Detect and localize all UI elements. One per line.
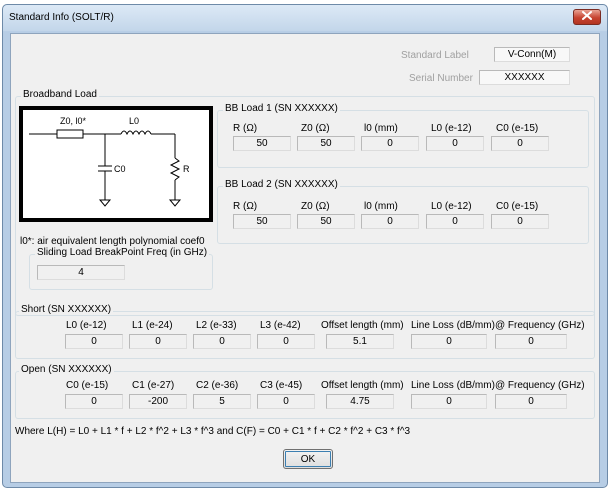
bb1-header-c0: C0 (e-15)	[496, 123, 539, 134]
load-circuit-diagram: Z0, l0* L0 C0 R	[29, 116, 190, 207]
short-header-l0: L0 (e-12)	[66, 320, 107, 331]
bb2-header-r: R (Ω)	[233, 201, 258, 212]
serial-number-caption: Serial Number	[409, 73, 473, 84]
broadband-load-label: Broadband Load	[21, 89, 99, 100]
bb1-r-field[interactable]: 50	[233, 136, 291, 151]
sliding-load-freq-field[interactable]: 4	[37, 265, 125, 280]
open-c1-field[interactable]: -200	[129, 394, 187, 409]
close-button[interactable]	[573, 9, 601, 25]
sliding-load-label: Sliding Load BreakPoint Freq (in GHz)	[35, 247, 210, 258]
open-c2-field[interactable]: 5	[193, 394, 251, 409]
bb2-r-field[interactable]: 50	[233, 214, 291, 229]
short-header-l1: L1 (e-24)	[132, 320, 173, 331]
ok-button[interactable]: OK	[283, 449, 333, 469]
broadband-schematic: Z0, l0* L0 C0 R	[19, 106, 213, 222]
open-c0-field[interactable]: 0	[65, 394, 123, 409]
bb1-header-r: R (Ω)	[233, 123, 258, 134]
open-lineloss-field[interactable]: 0	[411, 394, 487, 409]
schematic-r-label: R	[183, 164, 190, 174]
schematic-c0-label: C0	[114, 164, 126, 174]
short-header-freq: @ Frequency (GHz)	[495, 320, 585, 331]
schematic-z0-label: Z0, l0*	[60, 116, 87, 126]
open-header-lineloss: Line Loss (dB/mm)	[411, 380, 495, 391]
bb1-header-lind: L0 (e-12)	[431, 123, 472, 134]
open-offset-field[interactable]: 4.75	[326, 394, 394, 409]
bb1-header-l0: l0 (mm)	[364, 123, 398, 134]
bb1-l0-field[interactable]: 0	[361, 136, 419, 151]
broadband-footnote: l0*: air equivalent length polynomial co…	[20, 236, 205, 247]
open-header-c1: C1 (e-27)	[132, 380, 175, 391]
bb-load-1-label: BB Load 1 (SN XXXXXX)	[223, 103, 340, 114]
formula-text: Where L(H) = L0 + L1 * f + L2 * f^2 + L3…	[15, 426, 411, 437]
open-header-freq: @ Frequency (GHz)	[495, 380, 585, 391]
short-header-lineloss: Line Loss (dB/mm)	[411, 320, 495, 331]
bb1-c0-field[interactable]: 0	[491, 136, 549, 151]
bb2-z0-field[interactable]: 50	[297, 214, 355, 229]
standard-label-field[interactable]: V-Conn(M)	[494, 47, 570, 62]
open-header-c3: C3 (e-45)	[260, 380, 303, 391]
dialog-client-area: Standard Label V-Conn(M) Serial Number X…	[10, 33, 600, 483]
short-header-l3: L3 (e-42)	[260, 320, 301, 331]
bb2-lind-field[interactable]: 0	[426, 214, 484, 229]
bb-load-2-label: BB Load 2 (SN XXXXXX)	[223, 179, 340, 190]
bb2-header-lind: L0 (e-12)	[431, 201, 472, 212]
window-title: Standard Info (SOLT/R)	[9, 12, 114, 23]
standard-label-caption: Standard Label	[401, 50, 469, 61]
schematic-l0-label: L0	[129, 116, 139, 126]
bb1-lind-field[interactable]: 0	[426, 136, 484, 151]
open-freq-field[interactable]: 0	[495, 394, 567, 409]
bb2-l0-field[interactable]: 0	[361, 214, 419, 229]
short-l2-field[interactable]: 0	[193, 334, 251, 349]
short-l3-field[interactable]: 0	[257, 334, 315, 349]
short-offset-field[interactable]: 5.1	[326, 334, 394, 349]
bb2-header-l0: l0 (mm)	[364, 201, 398, 212]
short-freq-field[interactable]: 0	[495, 334, 567, 349]
short-l1-field[interactable]: 0	[129, 334, 187, 349]
close-icon	[582, 11, 592, 23]
bb2-header-c0: C0 (e-15)	[496, 201, 539, 212]
short-header-l2: L2 (e-33)	[196, 320, 237, 331]
serial-number-field[interactable]: XXXXXX	[479, 70, 570, 85]
short-lineloss-field[interactable]: 0	[411, 334, 487, 349]
title-bar[interactable]: Standard Info (SOLT/R)	[3, 5, 607, 31]
dialog-window: Standard Info (SOLT/R) Standard Label V-…	[2, 4, 608, 488]
bb2-c0-field[interactable]: 0	[491, 214, 549, 229]
short-header-offset: Offset length (mm)	[321, 320, 404, 331]
short-label: Short (SN XXXXXX)	[19, 304, 114, 315]
open-header-offset: Offset length (mm)	[321, 380, 404, 391]
bb1-z0-field[interactable]: 50	[297, 136, 355, 151]
bb2-header-z0: Z0 (Ω)	[301, 201, 330, 212]
short-l0-field[interactable]: 0	[65, 334, 123, 349]
open-header-c0: C0 (e-15)	[66, 380, 109, 391]
open-label: Open (SN XXXXXX)	[19, 364, 114, 375]
bb1-header-z0: Z0 (Ω)	[301, 123, 330, 134]
open-header-c2: C2 (e-36)	[196, 380, 239, 391]
open-c3-field[interactable]: 0	[257, 394, 315, 409]
